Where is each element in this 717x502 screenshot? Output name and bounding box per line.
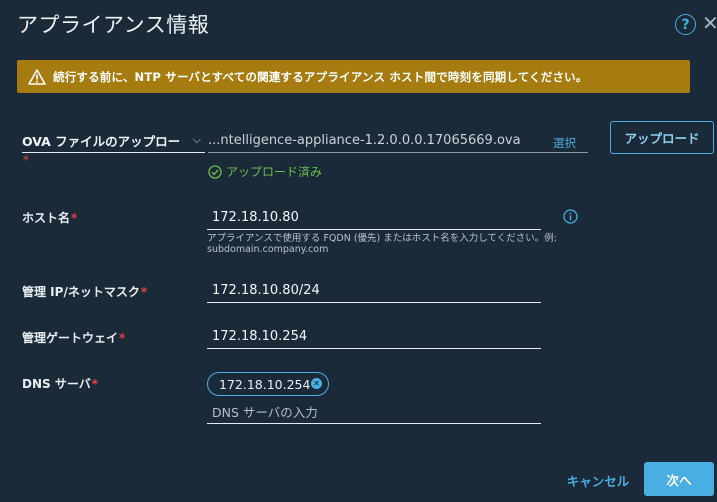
dns-server-input[interactable]: DNS サーバの入力	[207, 399, 541, 424]
ova-file-field[interactable]: ...ntelligence-appliance-1.2.0.0.0.17065…	[208, 129, 588, 153]
dns-label: DNS サーバ*	[22, 375, 98, 392]
dns-server-chip: 172.18.10.254 ✕	[207, 372, 329, 396]
required-mark: *	[140, 285, 148, 299]
gateway-label-text: 管理ゲートウェイ	[22, 331, 119, 345]
ntp-warning-banner: 続行する前に、NTP サーバとすべての関連するアプライアンス ホスト間で時刻を同…	[17, 60, 690, 93]
cancel-button[interactable]: キャンセル	[560, 466, 636, 494]
ova-file-name: ...ntelligence-appliance-1.2.0.0.0.17065…	[208, 133, 521, 148]
appliance-info-dialog: アプライアンス情報 ? ✕ 続行する前に、NTP サーバとすべての関連するアプラ…	[0, 0, 717, 502]
upload-status-text: アップロード済み	[226, 165, 323, 179]
ova-select-label: OVA ファイルのアップロー	[22, 134, 181, 149]
upload-button[interactable]: アップロード	[610, 121, 714, 154]
next-button[interactable]: 次へ	[644, 462, 714, 496]
dns-chip-value: 172.18.10.254	[219, 376, 311, 392]
mgmt-ip-label: 管理 IP/ネットマスク*	[22, 283, 147, 300]
required-mark: *	[71, 211, 78, 225]
required-mark: *	[23, 153, 29, 167]
hostname-input[interactable]: 172.18.10.80	[207, 205, 541, 230]
hostname-helper-text: アプライアンスで使用する FQDN (優先) またはホスト名を入力してください。…	[207, 233, 557, 255]
required-mark: *	[119, 331, 126, 345]
dns-label-text: DNS サーバ	[22, 377, 91, 391]
upload-status: アップロード済み	[208, 163, 322, 180]
gateway-input[interactable]: 172.18.10.254	[207, 324, 541, 349]
warning-text: 続行する前に、NTP サーバとすべての関連するアプライアンス ホスト間で時刻を同…	[53, 69, 588, 84]
mgmt-ip-input[interactable]: 172.18.10.80/24	[207, 278, 541, 303]
hostname-label: ホスト名*	[22, 209, 77, 226]
browse-link[interactable]: 選択	[553, 135, 576, 151]
close-icon[interactable]: ✕	[702, 11, 717, 35]
remove-chip-icon[interactable]: ✕	[311, 378, 322, 389]
help-circle-icon[interactable]: ?	[675, 14, 696, 35]
dialog-title: アプライアンス情報	[17, 13, 210, 37]
hostname-label-text: ホスト名	[22, 211, 71, 225]
warning-triangle-icon	[28, 68, 46, 85]
check-circle-icon	[208, 164, 222, 179]
chevron-down-icon: ⌵	[192, 133, 201, 146]
ova-upload-type-select[interactable]: OVA ファイルのアップロー ⌵	[22, 129, 205, 153]
gateway-label: 管理ゲートウェイ*	[22, 329, 125, 346]
mgmt-ip-label-text: 管理 IP/ネットマスク	[22, 285, 140, 299]
info-icon[interactable]	[563, 209, 578, 224]
required-mark: *	[91, 377, 98, 391]
